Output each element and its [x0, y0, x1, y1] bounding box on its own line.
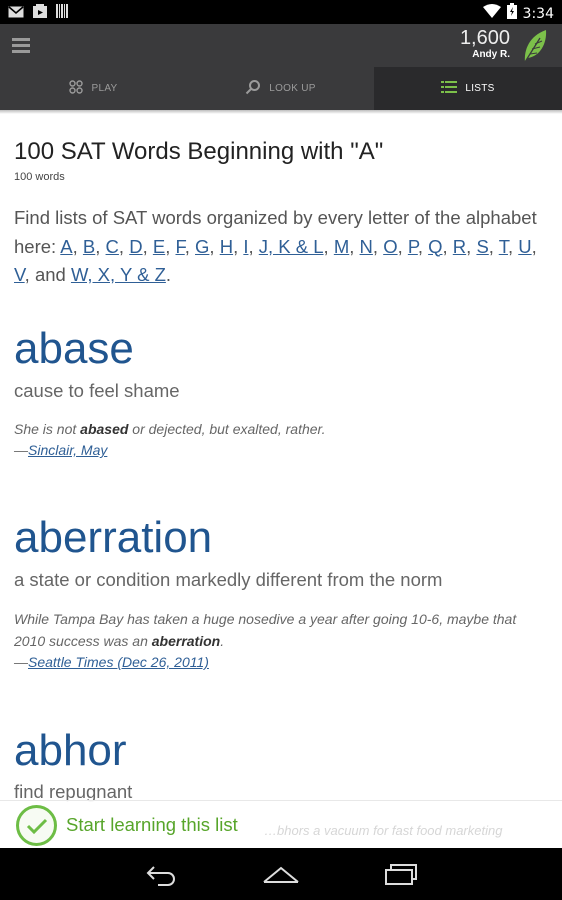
- letter-link[interactable]: U: [518, 236, 531, 257]
- link-separator: ,: [165, 235, 176, 257]
- app-bar: 1,600 Andy R.: [0, 24, 562, 67]
- letter-link[interactable]: O: [383, 236, 397, 257]
- barcode-icon: [56, 4, 68, 23]
- tab-look-up[interactable]: LOOK UP: [187, 67, 374, 110]
- status-bar: 3:34: [0, 0, 562, 24]
- tab-play-label: PLAY: [91, 83, 118, 94]
- source-aberration: —Seattle Times (Dec 26, 2011): [14, 654, 209, 670]
- definition-aberration: a state or condition markedly different …: [14, 569, 443, 590]
- user-name: Andy R.: [472, 49, 510, 60]
- letter-link[interactable]: B: [83, 236, 95, 257]
- tab-play[interactable]: PLAY: [0, 67, 187, 110]
- link-separator: ,: [466, 235, 477, 257]
- main-tabs: PLAY LOOK UP LISTS: [0, 67, 562, 110]
- letter-link[interactable]: N: [360, 236, 373, 257]
- link-separator: ,: [531, 235, 537, 257]
- letter-link[interactable]: P: [408, 236, 418, 257]
- home-icon[interactable]: [262, 862, 300, 891]
- link-separator: ,: [209, 235, 220, 257]
- link-separator: ,: [372, 235, 384, 257]
- link-separator: ,: [142, 235, 153, 257]
- link-separator: ,: [184, 235, 196, 257]
- grid-icon: [69, 80, 84, 97]
- letter-link[interactable]: C: [106, 236, 119, 257]
- link-separator: ,: [397, 235, 408, 257]
- letter-link[interactable]: F: [175, 236, 184, 257]
- link-separator: ,: [95, 235, 106, 257]
- tabs-shadow: [0, 110, 562, 114]
- link-separator: ,: [24, 264, 35, 285]
- check-circle-icon[interactable]: [16, 805, 57, 846]
- example-text: While Tampa Bay has taken a huge nosediv…: [14, 611, 517, 649]
- letter-link[interactable]: J, K & L: [259, 236, 324, 257]
- example-highlight: abased: [80, 421, 129, 437]
- intro-and: and: [34, 264, 71, 285]
- letter-link[interactable]: E: [153, 236, 165, 257]
- link-separator: ,: [233, 235, 244, 257]
- list-title: 100 SAT Words Beginning with "A": [14, 138, 384, 165]
- example-text: She is not: [14, 421, 81, 437]
- back-icon[interactable]: [144, 862, 178, 891]
- points-value: 1,600: [459, 27, 510, 49]
- letter-link[interactable]: S: [476, 236, 488, 257]
- source-link[interactable]: Sinclair, May: [28, 442, 107, 458]
- example-highlight: aberration: [151, 633, 221, 649]
- intro-paragraph: Find lists of SAT words organized by eve…: [14, 204, 554, 290]
- intro-end: .: [165, 264, 172, 285]
- letter-link[interactable]: H: [220, 236, 233, 257]
- example-aberration: While Tampa Bay has taken a huge nosediv…: [14, 608, 544, 652]
- status-time: 3:34: [522, 5, 554, 22]
- word-abhor[interactable]: abhor: [14, 726, 127, 776]
- source-abase: —Sinclair, May: [14, 442, 107, 458]
- link-separator: ,: [248, 235, 259, 257]
- tab-lists[interactable]: LISTS: [374, 67, 562, 110]
- definition-abase: cause to feel shame: [14, 380, 180, 401]
- source-link[interactable]: Seattle Times (Dec 26, 2011): [28, 654, 209, 670]
- link-separator: ,: [72, 235, 83, 257]
- link-separator: ,: [507, 235, 519, 257]
- letter-link[interactable]: D: [129, 236, 142, 257]
- example-abhor-partial: …bhors a vacuum for fast food marketing: [264, 823, 503, 838]
- tab-look-up-label: LOOK UP: [269, 83, 316, 94]
- letter-link[interactable]: A: [60, 236, 72, 257]
- gmail-icon: [8, 5, 24, 23]
- menu-icon[interactable]: [12, 38, 30, 54]
- source-dash: —: [14, 442, 28, 458]
- letter-link-wxyz[interactable]: W, X, Y & Z: [71, 264, 166, 285]
- link-separator: ,: [323, 235, 334, 257]
- example-text: or dejected, but exalted, rather.: [128, 421, 326, 437]
- system-nav-bar: [0, 848, 562, 900]
- leaf-icon[interactable]: [520, 28, 548, 69]
- word-abase[interactable]: abase: [14, 324, 134, 374]
- link-separator: ,: [442, 235, 453, 257]
- letter-link[interactable]: T: [499, 236, 508, 257]
- word-count: 100 words: [14, 171, 65, 183]
- letter-link[interactable]: Q: [428, 236, 442, 257]
- link-separator: ,: [349, 235, 360, 257]
- example-abase: She is not abased or dejected, but exalt…: [14, 418, 544, 440]
- tab-lists-label: LISTS: [465, 83, 495, 94]
- link-separator: ,: [488, 235, 499, 257]
- word-aberration[interactable]: aberration: [14, 513, 212, 563]
- start-learning-button[interactable]: Start learning this list: [66, 814, 238, 836]
- start-learning-bar[interactable]: …bhors a vacuum for fast food marketing …: [0, 800, 562, 848]
- youtube-icon: [33, 4, 47, 23]
- search-icon: [245, 79, 261, 98]
- letter-link[interactable]: M: [334, 236, 349, 257]
- recent-apps-icon[interactable]: [384, 862, 418, 891]
- letter-link[interactable]: G: [195, 236, 209, 257]
- letter-link[interactable]: V: [14, 264, 25, 285]
- list-icon: [441, 80, 458, 97]
- battery-icon: [506, 3, 517, 24]
- wifi-icon: [482, 4, 501, 23]
- user-score[interactable]: 1,600 Andy R.: [460, 27, 510, 61]
- link-separator: ,: [118, 235, 130, 257]
- letter-link[interactable]: R: [453, 236, 466, 257]
- link-separator: ,: [417, 235, 429, 257]
- example-text: .: [220, 633, 225, 649]
- source-dash: —: [14, 654, 28, 670]
